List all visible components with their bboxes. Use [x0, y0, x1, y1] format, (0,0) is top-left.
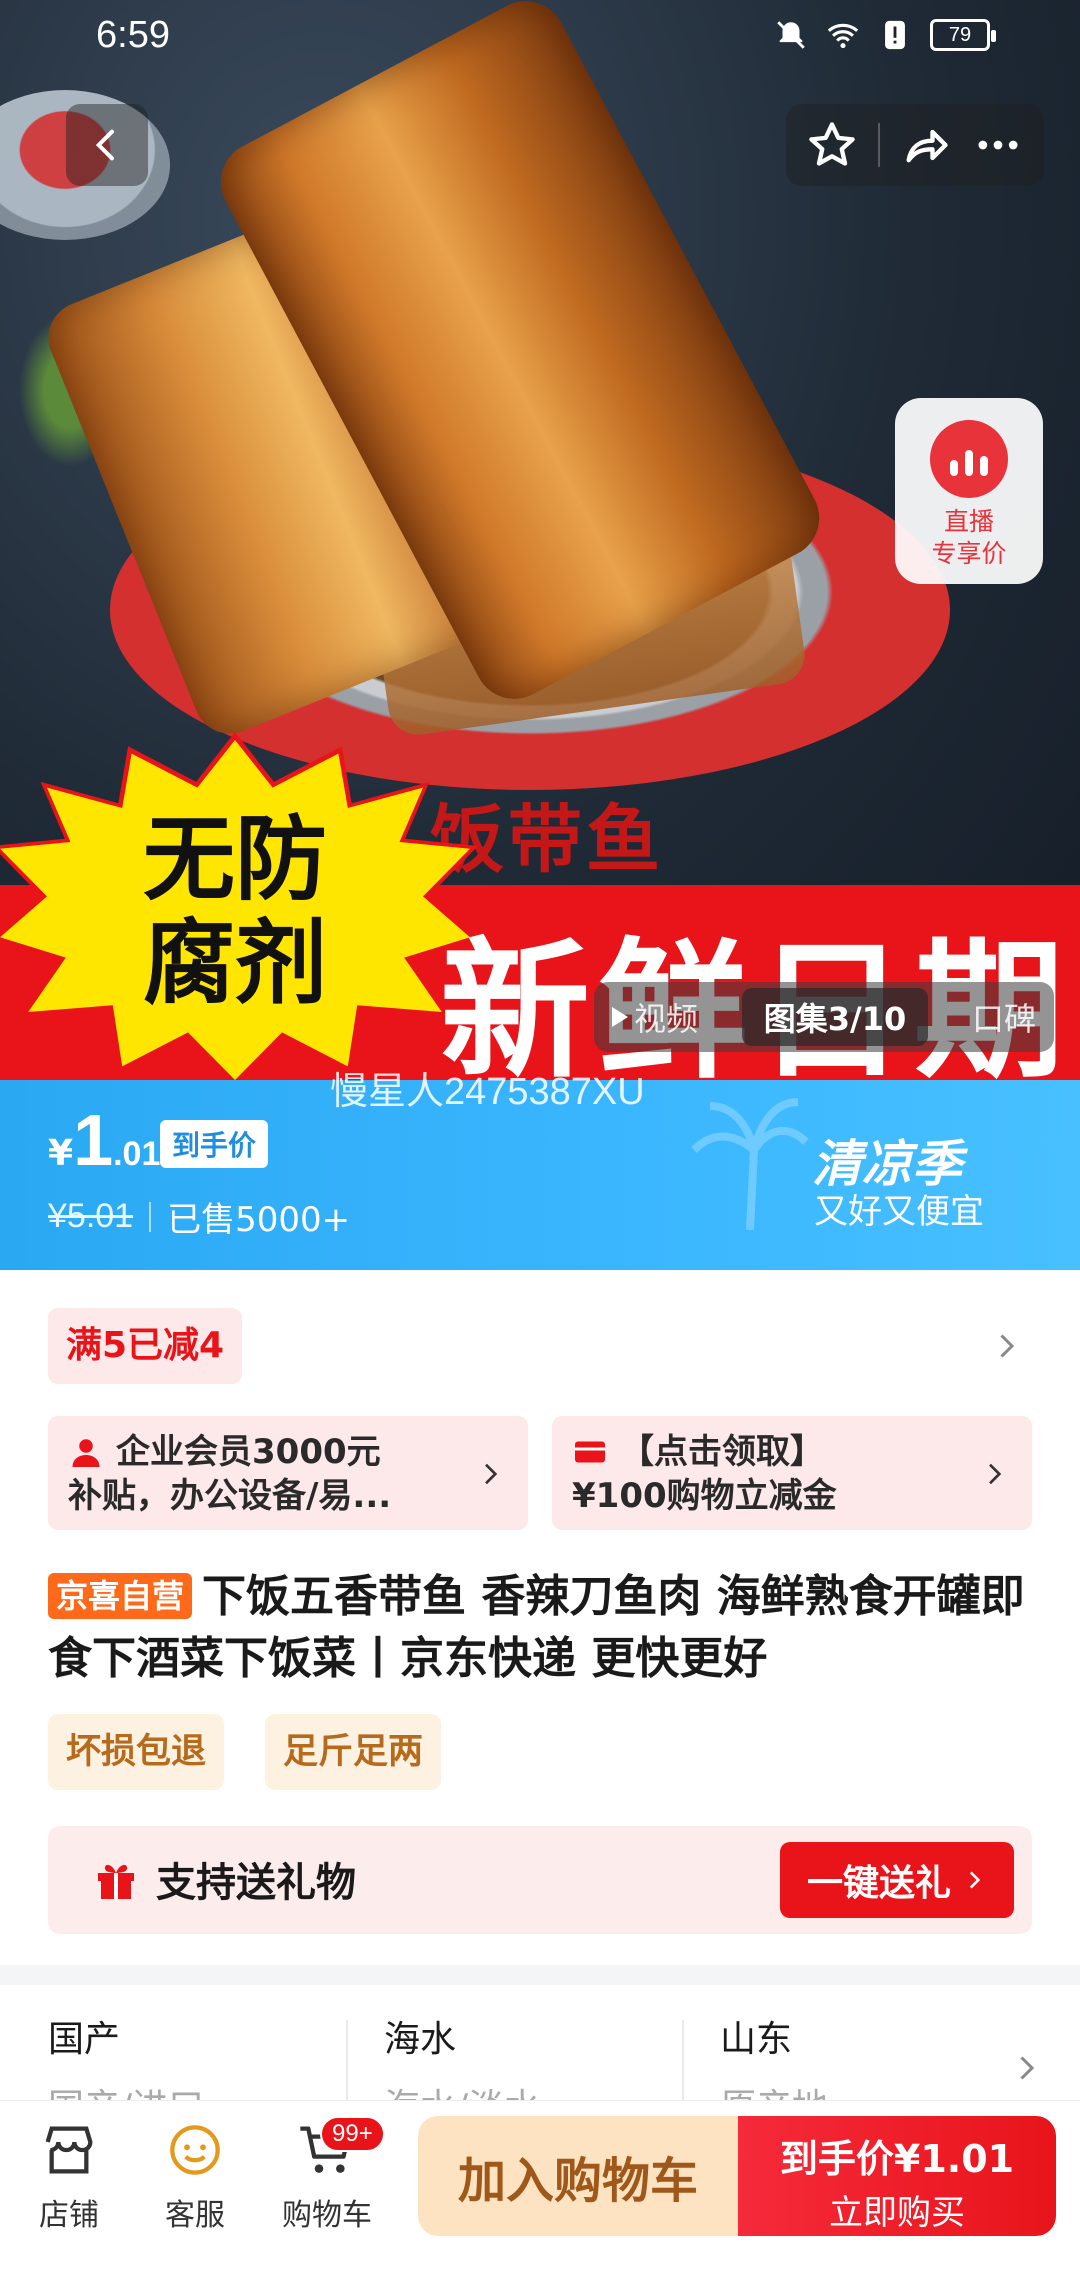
coupon-line1: 【点击领取】	[620, 1432, 824, 1472]
sold-count: 已售5000+	[167, 1200, 351, 1240]
gift-icon	[98, 1864, 134, 1899]
media-tabs: 视频 图集3/10 口碑	[594, 982, 1054, 1052]
final-price-tag: 到手价	[160, 1120, 269, 1168]
starburst-text: 无防腐剂	[142, 806, 327, 1017]
share-icon[interactable]	[900, 119, 952, 171]
user-icon	[72, 1439, 100, 1467]
store-icon	[45, 2126, 93, 2174]
chevron-right-icon[interactable]	[1008, 2050, 1044, 2086]
bell-off-icon	[777, 21, 805, 49]
service-tag[interactable]: 坏损包退	[48, 1714, 225, 1790]
coupon-cash[interactable]: 【点击领取】 ¥100购物立减金	[552, 1416, 1032, 1530]
spec-key: 山东	[720, 2019, 793, 2060]
price-sub: ¥5.01 已售5000+	[48, 1192, 350, 1241]
store-label: 店铺	[39, 2198, 99, 2233]
spec-key: 海水	[384, 2019, 457, 2060]
chevron-right-icon	[989, 1463, 1002, 1485]
service-button[interactable]: 客服	[140, 2118, 250, 2234]
chevron-right-icon	[969, 1871, 981, 1889]
current-price: ¥ 1 .01	[48, 1100, 160, 1182]
palm-icon	[691, 1098, 809, 1230]
coupon-line2: ¥100购物立减金	[572, 1476, 837, 1516]
live-label-2: 专享价	[931, 539, 1007, 568]
buy-now-label: 立即购买	[829, 2193, 965, 2233]
buy-now-button[interactable]: 到手价¥1.01 立即购买	[738, 2116, 1056, 2236]
add-to-cart-button[interactable]: 加入购物车	[418, 2116, 738, 2236]
price-decimal: .01	[113, 1135, 161, 1173]
live-icon	[930, 420, 1008, 498]
play-icon	[612, 1007, 628, 1027]
star-icon[interactable]	[806, 119, 858, 171]
product-title: 京喜自营 下饭五香带鱼 香辣刀鱼肉 海鲜熟食开罐即食下酒菜下饭菜丨京东快递 更快更…	[48, 1566, 1038, 1690]
season-subtitle: 又好又便宜	[814, 1192, 984, 1232]
coupon-line1: 企业会员3000元	[116, 1432, 381, 1472]
live-label-1: 直播	[943, 507, 994, 536]
store-button[interactable]: 店铺	[14, 2118, 124, 2234]
customer-service-icon	[170, 2125, 220, 2175]
cart-label: 购物车	[282, 2198, 372, 2233]
battery-icon: 79	[930, 19, 996, 51]
top-actions	[786, 104, 1044, 186]
wifi-icon	[827, 23, 859, 49]
buy-now-price: 到手价¥1.01	[779, 2137, 1015, 2181]
gift-button-label: 一键送礼	[806, 1863, 951, 1904]
tab-video-label: 视频	[634, 1000, 699, 1038]
tab-gallery[interactable]: 图集3/10	[741, 988, 929, 1046]
tab-reviews[interactable]: 口碑	[972, 994, 1036, 1040]
live-price-button[interactable]: 直播 专享价	[895, 398, 1043, 584]
service-tag[interactable]: 足斤足两	[265, 1714, 442, 1790]
cart-count-badge: 99+	[320, 2116, 385, 2152]
alert-icon	[885, 20, 905, 50]
chevron-right-icon[interactable]	[988, 1328, 1024, 1364]
can-label-text: 饭带鱼	[430, 797, 664, 883]
price-integer: 1	[73, 1101, 114, 1181]
price-currency: ¥	[48, 1133, 74, 1174]
back-button[interactable]	[66, 104, 148, 186]
one-click-gift-button[interactable]: 一键送礼	[780, 1842, 1014, 1918]
more-icon[interactable]	[972, 119, 1024, 171]
tab-video[interactable]: 视频	[612, 994, 698, 1040]
product-title-text: 下饭五香带鱼 香辣刀鱼肉 海鲜熟食开罐即食下酒菜下饭菜丨京东快递 更快更好	[48, 1571, 1025, 1684]
service-label: 客服	[165, 2198, 225, 2233]
chevron-right-icon	[485, 1463, 498, 1485]
promo-badge[interactable]: 满5已减4	[48, 1308, 243, 1384]
chevron-left-icon	[95, 129, 114, 161]
gift-label-text: 支持送礼物	[156, 1860, 356, 1906]
watermark: 慢星人2475387XU	[330, 1071, 645, 1113]
status-bar: 6:59 79	[0, 0, 1080, 76]
gift-label: 支持送礼物	[92, 1850, 356, 1908]
original-price: ¥5.01	[48, 1197, 134, 1235]
self-operated-tag: 京喜自营	[48, 1573, 193, 1619]
coupon-line2: 补贴，办公设备/易...	[68, 1476, 392, 1516]
card-icon	[575, 1441, 605, 1463]
coupon-enterprise[interactable]: 企业会员3000元 补贴，办公设备/易...	[48, 1416, 528, 1530]
spec-key: 国产	[48, 2019, 121, 2060]
status-time: 6:59	[96, 14, 170, 56]
